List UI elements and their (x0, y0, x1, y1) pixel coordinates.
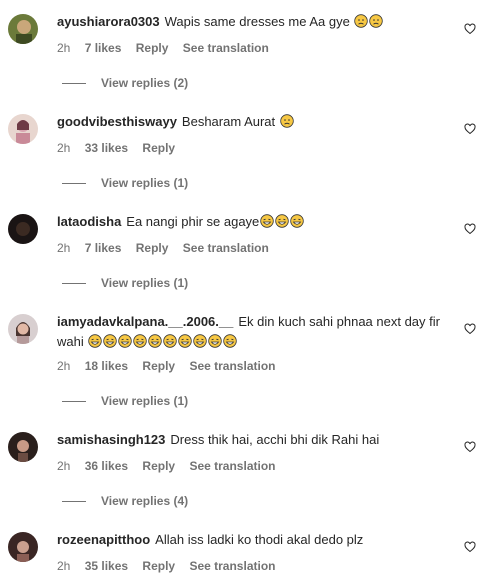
comment-meta: 2h 33 likes Reply (57, 140, 186, 156)
laughing-face-icon (103, 334, 118, 348)
comment-body: Wapis same dresses me Aa gye (164, 14, 350, 29)
likes-count[interactable]: 18 likes (85, 359, 128, 373)
avatar[interactable] (8, 314, 38, 344)
likes-count[interactable]: 35 likes (85, 559, 128, 573)
laughing-face-icon (163, 334, 178, 348)
divider-line (62, 501, 86, 503)
timestamp: 2h (57, 559, 71, 573)
likes-count[interactable]: 33 likes (85, 141, 128, 155)
comment-meta: 2h 36 likes Reply See translation (57, 458, 286, 474)
emoji-row (353, 14, 384, 29)
divider-line (62, 283, 86, 285)
avatar[interactable] (8, 14, 38, 44)
divider-line (62, 183, 86, 185)
laughing-face-icon (148, 334, 163, 348)
laughing-face-icon (178, 334, 193, 348)
avatar[interactable] (8, 532, 38, 562)
reply-button[interactable]: Reply (142, 359, 175, 373)
see-translation-link[interactable]: See translation (183, 241, 269, 255)
see-translation-link[interactable]: See translation (183, 41, 269, 55)
username-link[interactable]: rozeenapitthoo (57, 532, 150, 547)
avatar[interactable] (8, 214, 38, 244)
timestamp: 2h (57, 241, 71, 255)
avatar[interactable] (8, 114, 38, 144)
comment-text-block: rozeenapitthoo Allah iss ladki ko thodi a… (57, 530, 445, 550)
comment-body: Besharam Aurat (181, 114, 276, 129)
comment-text-block: goodvibesthiswayy Besharam Aurat (57, 112, 445, 132)
comment-body: Dress thik hai, acchi bhi dik Rahi hai (170, 432, 380, 447)
heart-outline-icon[interactable] (464, 23, 476, 35)
laughing-face-icon (275, 214, 289, 228)
username-link[interactable]: samishasingh123 (57, 432, 165, 447)
laughing-face-icon (118, 334, 133, 348)
view-replies-label: View replies (4) (101, 494, 189, 508)
comment-text-block: ayushiarora0303 Wapis same dresses me Aa … (57, 12, 445, 32)
reply-button[interactable]: Reply (136, 241, 169, 255)
heart-outline-icon[interactable] (464, 123, 476, 135)
divider-line (62, 401, 86, 403)
username-link[interactable]: iamyadavkalpana.__.2006.__ (57, 314, 233, 329)
laughing-face-icon (193, 334, 208, 348)
username-link[interactable]: lataodisha (57, 214, 121, 229)
reply-button[interactable]: Reply (136, 41, 169, 55)
sad-face-icon (369, 14, 384, 28)
timestamp: 2h (57, 359, 71, 373)
comment-body: Ea nangi phir se agaye (126, 214, 260, 229)
view-replies-label: View replies (1) (101, 176, 189, 190)
timestamp: 2h (57, 459, 71, 473)
laughing-face-icon (208, 334, 223, 348)
heart-outline-icon[interactable] (464, 541, 476, 553)
view-replies-button[interactable]: View replies (1) (62, 393, 188, 409)
username-link[interactable]: goodvibesthiswayy (57, 114, 177, 129)
laughing-face-icon (260, 214, 274, 228)
emoji-row (87, 334, 238, 349)
view-replies-button[interactable]: View replies (4) (62, 493, 188, 509)
sad-face-icon (354, 14, 369, 28)
comment-text-block: iamyadavkalpana.__.2006.__ Ek din kuch sa… (57, 312, 445, 352)
avatar[interactable] (8, 432, 38, 462)
comment-meta: 2h 35 likes Reply See translation (57, 558, 286, 574)
likes-count[interactable]: 7 likes (85, 41, 122, 55)
timestamp: 2h (57, 141, 71, 155)
see-translation-link[interactable]: See translation (189, 359, 275, 373)
reply-button[interactable]: Reply (142, 141, 175, 155)
laughing-face-icon (223, 334, 238, 348)
comment-body: Allah iss ladki ko thodi akal dedo plz (155, 532, 364, 547)
view-replies-button[interactable]: View replies (1) (62, 275, 188, 291)
laughing-face-icon (133, 334, 148, 348)
username-link[interactable]: ayushiarora0303 (57, 14, 160, 29)
laughing-face-icon (88, 334, 103, 348)
comment-meta: 2h 7 likes Reply See translation (57, 40, 280, 56)
timestamp: 2h (57, 41, 71, 55)
comment-meta: 2h 18 likes Reply See translation (57, 358, 286, 374)
see-translation-link[interactable]: See translation (189, 559, 275, 573)
reply-button[interactable]: Reply (142, 559, 175, 573)
sad-face-icon (280, 114, 294, 128)
heart-outline-icon[interactable] (464, 323, 476, 335)
view-replies-label: View replies (1) (101, 276, 189, 290)
view-replies-label: View replies (2) (101, 76, 189, 90)
laughing-face-icon (290, 214, 304, 228)
likes-count[interactable]: 7 likes (85, 241, 122, 255)
comment-text-block: lataodisha Ea nangi phir se agaye (57, 212, 445, 232)
view-replies-button[interactable]: View replies (1) (62, 175, 188, 191)
view-replies-button[interactable]: View replies (2) (62, 75, 188, 91)
view-replies-label: View replies (1) (101, 394, 189, 408)
comment-meta: 2h 7 likes Reply See translation (57, 240, 280, 256)
divider-line (62, 83, 86, 85)
comment-text-block: samishasingh123 Dress thik hai, acchi bhi… (57, 430, 445, 450)
see-translation-link[interactable]: See translation (189, 459, 275, 473)
heart-outline-icon[interactable] (464, 441, 476, 453)
emoji-row (259, 214, 304, 229)
likes-count[interactable]: 36 likes (85, 459, 128, 473)
heart-outline-icon[interactable] (464, 223, 476, 235)
reply-button[interactable]: Reply (142, 459, 175, 473)
emoji-row (279, 114, 294, 129)
